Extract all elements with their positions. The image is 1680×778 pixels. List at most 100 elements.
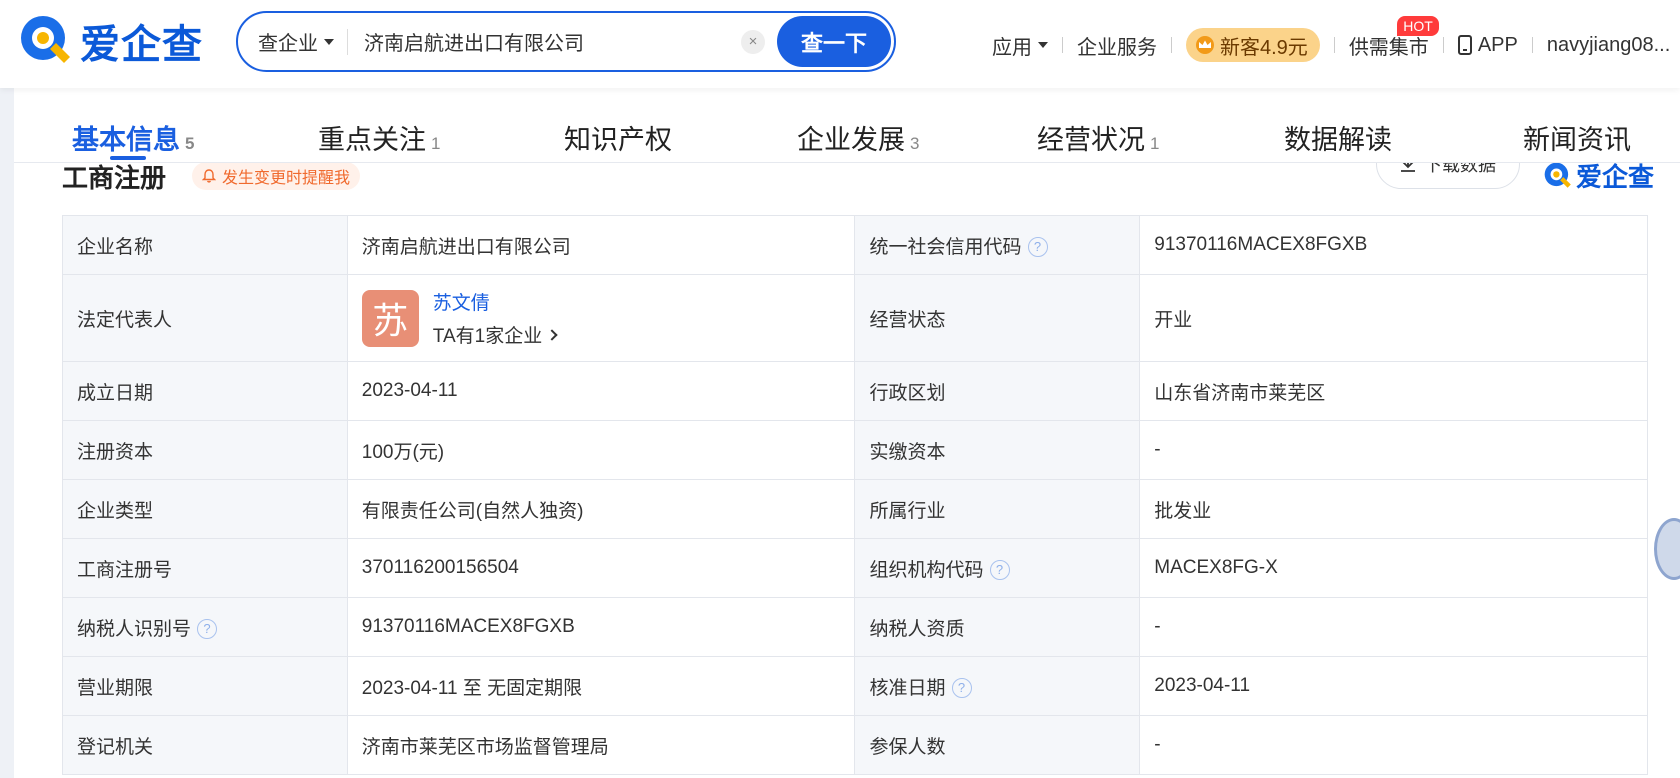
nav-enterprise-service[interactable]: 企业服务 [1077, 31, 1157, 60]
tab-data-insight[interactable]: 数据解读 [1284, 118, 1392, 157]
region-value: 山东省济南市莱芜区 [1139, 361, 1648, 421]
site-logo[interactable]: 爱企查 [16, 11, 203, 71]
help-icon[interactable]: ? [989, 560, 1010, 581]
reg-no-label: 工商注册号 [62, 538, 348, 598]
credit-code-label: 统一社会信用代码 [869, 236, 1022, 258]
logo-magnifier-icon [21, 16, 70, 63]
clear-search-button[interactable]: × [741, 29, 765, 54]
tab-count: 5 [185, 134, 195, 153]
chevron-right-icon [546, 328, 558, 341]
tab-label: 数据解读 [1284, 125, 1392, 155]
legal-rep-label: 法定代表人 [62, 274, 348, 362]
table-row: 企业类型 有限责任公司(自然人独资) 所属行业 批发业 [62, 479, 1648, 539]
nav-apps[interactable]: 应用 [992, 31, 1048, 60]
change-reminder-button[interactable]: 发生变更时提醒我 [192, 162, 361, 190]
vip-offer-button[interactable]: 新客4.9元 [1186, 28, 1320, 62]
nav-divider [1062, 37, 1063, 53]
tab-key-focus[interactable]: 重点关注 1 [318, 118, 440, 157]
tab-development[interactable]: 企业发展 3 [797, 118, 919, 157]
tab-label: 基本信息 [72, 125, 180, 155]
term-value: 2023-04-11 至 无固定期限 [346, 656, 856, 716]
reg-capital-label: 注册资本 [62, 420, 348, 480]
hot-badge: HOT [1397, 15, 1439, 36]
legal-rep-block: 苏 苏文倩 TA有1家企业 [361, 288, 841, 348]
taxpayer-id-value: 91370116MACEX8FGXB [346, 597, 856, 657]
legal-rep-companies-label: TA有1家企业 [432, 326, 543, 347]
nav-app[interactable]: APP [1457, 33, 1518, 57]
legal-rep-companies-link[interactable]: TA有1家企业 [432, 321, 558, 348]
nav-apps-label: 应用 [992, 36, 1032, 59]
search-type-dropdown[interactable]: 查企业 [238, 28, 348, 55]
paid-capital-value: - [1139, 420, 1648, 480]
tab-label: 企业发展 [797, 125, 905, 155]
reg-no-value: 370116200156504 [346, 538, 856, 598]
org-code-label: 组织机构代码 [869, 559, 984, 581]
search-type-label: 查企业 [258, 33, 318, 55]
nav-supply-market[interactable]: 供需集市 HOT [1349, 15, 1439, 60]
tab-label: 新闻资讯 [1523, 125, 1631, 155]
table-row: 营业期限 2023-04-11 至 无固定期限 核准日期? 2023-04-11 [62, 656, 1648, 716]
table-row: 法定代表人 苏 苏文倩 TA有1家企业 经营状态 开业 [62, 274, 1648, 362]
help-icon[interactable]: ? [197, 619, 218, 640]
active-tab-indicator [110, 156, 146, 160]
chevron-down-icon [324, 38, 334, 45]
vip-offer-label: 新客4.9元 [1220, 36, 1308, 59]
tab-label: 经营状况 [1037, 125, 1145, 155]
floating-assistant-button[interactable] [1654, 518, 1680, 580]
company-name-label: 企业名称 [62, 215, 348, 275]
tab-basic-info[interactable]: 基本信息 5 [72, 118, 194, 157]
nav-divider [1442, 37, 1444, 53]
credit-code-value: 91370116MACEX8FGXB [1139, 215, 1648, 275]
table-row: 登记机关 济南市莱芜区市场监督管理局 参保人数 - [62, 715, 1648, 775]
founded-label: 成立日期 [62, 361, 348, 421]
top-header: 爱企查 查企业 × 查一下 应用 企业服务 新客4.9元 供需集市 HOT [0, 0, 1680, 88]
search-bar: 查企业 × 查一下 [236, 11, 896, 72]
reg-capital-value: 100万(元) [346, 420, 856, 480]
nav-divider [1333, 37, 1335, 53]
nav-divider [1171, 37, 1172, 53]
logo-magnifier-icon [1544, 162, 1571, 188]
help-icon[interactable]: ? [1027, 237, 1048, 258]
table-row: 注册资本 100万(元) 实缴资本 - [62, 420, 1648, 480]
company-name-value: 济南启航进出口有限公司 [346, 215, 856, 275]
tab-count: 3 [910, 134, 920, 153]
industry-value: 批发业 [1139, 479, 1648, 539]
approval-date-value: 2023-04-11 [1139, 656, 1648, 716]
authority-value: 济南市莱芜区市场监督管理局 [346, 715, 856, 775]
logo-text: 爱企查 [80, 23, 203, 67]
top-nav: 应用 企业服务 新客4.9元 供需集市 HOT APP navyjiang08.… [992, 15, 1670, 63]
tab-operations[interactable]: 经营状况 1 [1037, 118, 1159, 157]
tab-ip[interactable]: 知识产权 [564, 118, 672, 157]
bell-icon [202, 169, 216, 183]
search-input[interactable] [348, 21, 741, 62]
phone-icon [1457, 35, 1472, 55]
table-row: 成立日期 2023-04-11 行政区划 山东省济南市莱芜区 [62, 361, 1648, 421]
user-menu[interactable]: navyjiang08... [1547, 34, 1670, 57]
approval-date-label: 核准日期 [869, 677, 946, 699]
table-row: 企业名称 济南启航进出口有限公司 统一社会信用代码? 91370116MACEX… [62, 215, 1648, 275]
search-button[interactable]: 查一下 [777, 16, 891, 67]
help-icon[interactable]: ? [951, 678, 972, 699]
taxpayer-qual-label: 纳税人资质 [854, 597, 1141, 657]
legal-rep-name-link[interactable]: 苏文倩 [433, 288, 556, 315]
crown-icon [1196, 36, 1214, 54]
insured-value: - [1139, 715, 1648, 775]
section-tabs: 基本信息 5 重点关注 1 知识产权 企业发展 3 经营状况 1 数据解读 新闻资讯 [14, 88, 1680, 163]
founded-value: 2023-04-11 [346, 361, 856, 421]
avatar[interactable]: 苏 [361, 289, 419, 347]
legal-rep-cell: 苏 苏文倩 TA有1家企业 [346, 274, 856, 362]
section-title: 工商注册 [62, 163, 167, 193]
tab-count: 1 [1150, 134, 1160, 153]
registration-table: 企业名称 济南启航进出口有限公司 统一社会信用代码? 91370116MACEX… [62, 215, 1648, 775]
left-gutter [0, 88, 14, 778]
status-value: 开业 [1139, 274, 1648, 362]
nav-app-label: APP [1477, 33, 1518, 56]
credit-code-label-cell: 统一社会信用代码? [854, 215, 1141, 275]
table-row: 纳税人识别号? 91370116MACEX8FGXB 纳税人资质 - [62, 597, 1648, 657]
tab-count: 1 [431, 134, 441, 153]
region-label: 行政区划 [854, 361, 1141, 421]
company-type-value: 有限责任公司(自然人独资) [346, 479, 856, 539]
org-code-value: MACEX8FG-X [1139, 538, 1648, 598]
paid-capital-label: 实缴资本 [854, 420, 1141, 480]
tab-news[interactable]: 新闻资讯 [1523, 118, 1631, 157]
